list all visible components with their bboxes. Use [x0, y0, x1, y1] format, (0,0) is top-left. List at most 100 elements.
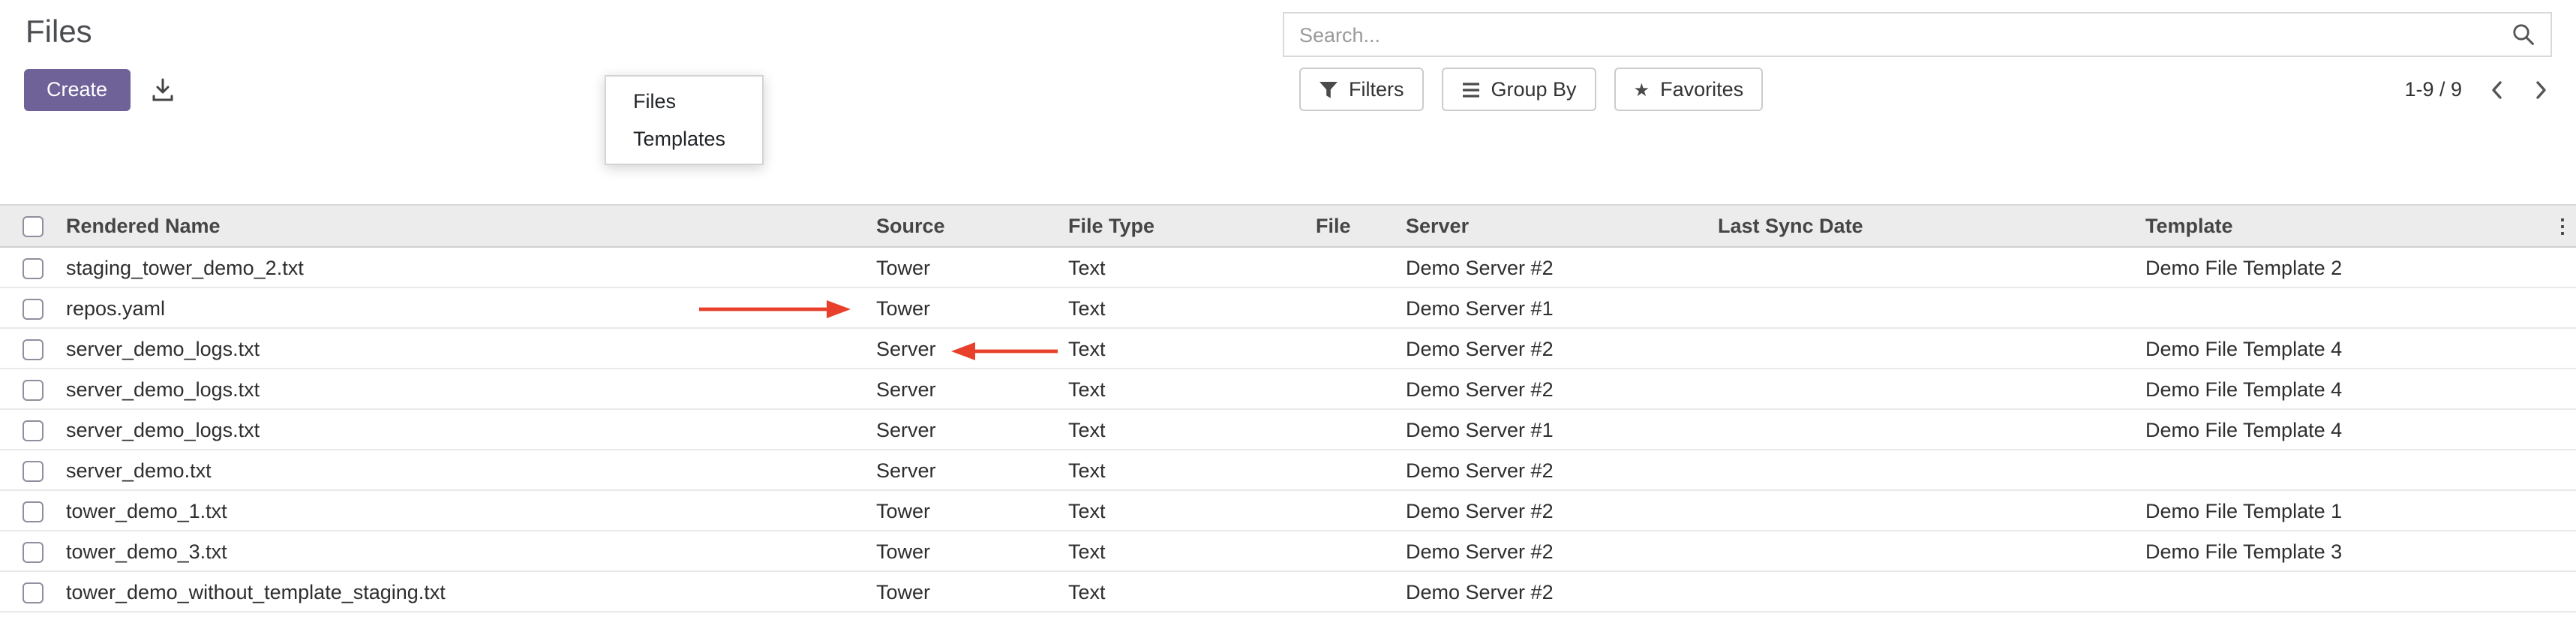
download-icon [151, 77, 173, 101]
row-checkbox[interactable] [23, 257, 44, 278]
cell-last-sync [1718, 531, 2145, 571]
row-checkbox[interactable] [23, 582, 44, 603]
list-buttons: Create [24, 68, 176, 111]
row-checkbox[interactable] [23, 298, 44, 319]
table-row[interactable]: tower_demo_without_template_staging.txt … [0, 571, 2576, 612]
cell-rendered-name: tower_demo_3.txt [66, 531, 876, 571]
row-checkbox[interactable] [23, 501, 44, 522]
header-source[interactable]: Source [876, 205, 1068, 247]
header-template[interactable]: Template [2145, 205, 2549, 247]
table-row[interactable]: repos.yaml Tower Text Demo Server #1 [0, 287, 2576, 328]
cell-file [1316, 287, 1406, 328]
row-checkbox[interactable] [23, 339, 44, 360]
cell-server: Demo Server #1 [1406, 409, 1718, 450]
cell-rendered-name: server_demo_logs.txt [66, 369, 876, 409]
export-download-button[interactable] [148, 74, 176, 104]
cell-template: Demo File Template 4 [2145, 369, 2549, 409]
cell-template: Demo File Template 1 [2145, 490, 2549, 531]
row-checkbox[interactable] [23, 379, 44, 400]
cell-last-sync [1718, 571, 2145, 612]
chevron-right-icon [2534, 79, 2549, 100]
cell-file [1316, 531, 1406, 571]
create-button[interactable]: Create [24, 68, 130, 110]
cell-source: Tower [876, 490, 1068, 531]
select-all-checkbox[interactable] [23, 216, 44, 237]
favorites-label: Favorites [1660, 78, 1743, 101]
row-checkbox[interactable] [23, 420, 44, 441]
control-panel: Files Create [0, 0, 2576, 129]
cell-server: Demo Server #2 [1406, 531, 1718, 571]
table-row[interactable]: server_demo_logs.txt Server Text Demo Se… [0, 328, 2576, 369]
search-input[interactable] [1284, 23, 2511, 46]
table-row[interactable]: tower_demo_1.txt Tower Text Demo Server … [0, 490, 2576, 531]
funnel-icon [1319, 80, 1338, 98]
table-row[interactable]: server_demo_logs.txt Server Text Demo Se… [0, 409, 2576, 450]
header-last-sync-date[interactable]: Last Sync Date [1718, 205, 2145, 247]
cell-source: Tower [876, 531, 1068, 571]
search-box [1283, 12, 2552, 57]
group-by-icon [1461, 80, 1481, 98]
table-row[interactable]: staging_tower_demo_2.txt Tower Text Demo… [0, 247, 2576, 287]
header-rendered-name[interactable]: Rendered Name [66, 205, 876, 247]
row-checkbox[interactable] [23, 460, 44, 481]
cell-last-sync [1718, 409, 2145, 450]
cell-server: Demo Server #2 [1406, 369, 1718, 409]
header-file[interactable]: File [1316, 205, 1406, 247]
cell-last-sync [1718, 247, 2145, 287]
cell-template [2145, 571, 2549, 612]
cell-server: Demo Server #2 [1406, 571, 1718, 612]
group-by-button[interactable]: Group By [1442, 68, 1596, 111]
table-row[interactable]: server_demo.txt Server Text Demo Server … [0, 450, 2576, 490]
cell-file [1316, 328, 1406, 369]
dropdown-item-files[interactable]: Files [606, 83, 762, 120]
cell-rendered-name: server_demo_logs.txt [66, 328, 876, 369]
pager: 1-9 / 9 [2404, 68, 2552, 111]
table-header-row: Rendered Name Source File Type File Serv… [0, 205, 2576, 247]
page-title: Files [26, 15, 92, 51]
cell-template [2145, 450, 2549, 490]
cell-last-sync [1718, 450, 2145, 490]
search-icon[interactable] [2511, 23, 2550, 47]
files-dropdown-menu: Files Templates [605, 75, 764, 165]
pager-next-button[interactable] [2531, 76, 2552, 103]
cell-file-type: Text [1068, 328, 1316, 369]
row-checkbox[interactable] [23, 541, 44, 562]
cell-server: Demo Server #2 [1406, 450, 1718, 490]
filters-button[interactable]: Filters [1299, 68, 1424, 111]
header-server[interactable]: Server [1406, 205, 1718, 247]
column-options-icon[interactable]: ⋮ [2549, 205, 2576, 247]
cell-rendered-name: repos.yaml [66, 287, 876, 328]
cell-file-type: Text [1068, 490, 1316, 531]
cell-server: Demo Server #2 [1406, 328, 1718, 369]
cell-file [1316, 369, 1406, 409]
select-all-cell [0, 205, 66, 247]
cell-file-type: Text [1068, 247, 1316, 287]
cell-rendered-name: server_demo.txt [66, 450, 876, 490]
cell-last-sync [1718, 287, 2145, 328]
cell-source: Server [876, 409, 1068, 450]
cell-template: Demo File Template 4 [2145, 328, 2549, 369]
cell-rendered-name: tower_demo_without_template_staging.txt [66, 571, 876, 612]
cell-server: Demo Server #1 [1406, 287, 1718, 328]
favorites-button[interactable]: ★ Favorites [1614, 68, 1764, 111]
cell-template: Demo File Template 2 [2145, 247, 2549, 287]
cell-file [1316, 247, 1406, 287]
chevron-left-icon [2489, 79, 2504, 100]
cell-template: Demo File Template 4 [2145, 409, 2549, 450]
cell-source: Server [876, 369, 1068, 409]
cell-server: Demo Server #2 [1406, 247, 1718, 287]
cell-last-sync [1718, 490, 2145, 531]
cell-file [1316, 409, 1406, 450]
cell-last-sync [1718, 328, 2145, 369]
files-list-table: Rendered Name Source File Type File Serv… [0, 204, 2576, 612]
cell-file-type: Text [1068, 571, 1316, 612]
dropdown-item-templates[interactable]: Templates [606, 120, 762, 158]
table-row[interactable]: server_demo_logs.txt Server Text Demo Se… [0, 369, 2576, 409]
cell-source: Server [876, 328, 1068, 369]
cell-file-type: Text [1068, 369, 1316, 409]
header-file-type[interactable]: File Type [1068, 205, 1316, 247]
cell-file [1316, 490, 1406, 531]
pager-previous-button[interactable] [2486, 76, 2507, 103]
table-row[interactable]: tower_demo_3.txt Tower Text Demo Server … [0, 531, 2576, 571]
cell-file-type: Text [1068, 531, 1316, 571]
